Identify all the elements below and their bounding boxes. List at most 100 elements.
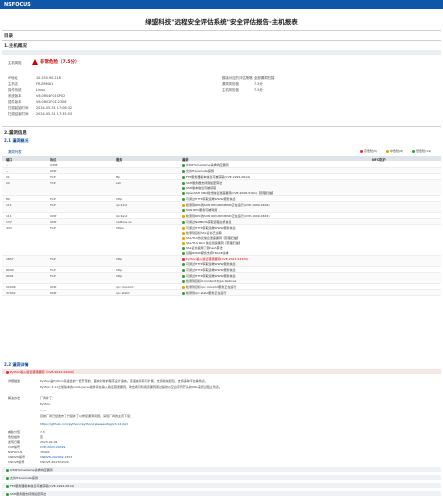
- vuln-name[interactable]: ICMP timestamp请求响应漏洞: [186, 163, 229, 167]
- vuln-name[interactable]: 检测到目标X-Content-Type-Options: [186, 279, 236, 283]
- vuln-name[interactable]: FTP服务器版本信息可被获取(CVE-1999-0614): [186, 175, 250, 179]
- table-row: 1857 TCP http Python输入验证错误漏洞(CVE-2023-24329…: [2, 256, 441, 267]
- detail-field-value: CNCVE-202324329: [40, 460, 69, 464]
- vuln-link[interactable]: 检测到目标X-Content-Type-Options: [182, 279, 236, 283]
- detail-field-value[interactable]: CVE-2023-24329: [40, 445, 65, 449]
- vuln-link[interactable]: 可通过HTTP获取远端WWW服务信息: [182, 268, 236, 272]
- fix-url-link[interactable]: https://github.com/python/cpython/releas…: [40, 422, 128, 426]
- vuln-link[interactable]: OpenSSH CBC模式信息泄露漏洞(CVE-2008-5161)【原理扫描】: [182, 191, 275, 195]
- detail-title: Python输入验证错误漏洞（CVE-2023-24329）: [6, 370, 76, 374]
- vuln-link[interactable]: SSL证书使用了弱hash算法: [182, 246, 223, 250]
- collapsed-vuln-name: FTP服务器版本信息可被获取(CVE-1999-0614): [10, 484, 75, 488]
- vuln-link[interactable]: 检测到RPC的SUN RPC/RPCBIND正在运行(CVE-1999-0632…: [182, 203, 270, 207]
- vuln-name[interactable]: SSH版本信息可被获取: [186, 186, 216, 190]
- collapsed-vuln-item[interactable]: FTP服务器版本信息可被获取(CVE-1999-0614): [2, 483, 441, 488]
- risk-value: 非常危险（7.5分）: [40, 60, 80, 65]
- host-info-row: IP地址 10.255.90.218: [8, 75, 61, 80]
- cell-service: http: [116, 274, 123, 278]
- risk-level-icon: [6, 476, 9, 480]
- vuln-link[interactable]: 检测到RPC的SUN RPC/RPCBIND正在运行(CVE-1999-0632…: [182, 214, 270, 218]
- vuln-name[interactable]: 检测到rpc.statd服务正在运行: [186, 291, 226, 295]
- vuln-name[interactable]: 检测到RPC的SUN RPC/RPCBIND正在运行(CVE-1999-0632…: [186, 203, 270, 207]
- risk-level-icon: [182, 208, 185, 212]
- vuln-link[interactable]: 可通过HTTP获取远端WWW服务信息: [182, 197, 236, 201]
- vuln-name[interactable]: 可通过NetBIOS获取远程主机信息: [186, 220, 231, 224]
- host-info-value: 7.5分: [254, 82, 263, 86]
- toc-label[interactable]: 目录: [4, 33, 13, 39]
- vuln-name[interactable]: 可通过HTTP获取远端WWW服务信息: [186, 226, 236, 230]
- host-info-key: 主机风险值: [222, 88, 239, 92]
- subsection-details[interactable]: 2.2 漏洞详情: [4, 362, 28, 368]
- collapsed-vuln-item[interactable]: ICMP timestamp请求响应漏洞: [2, 467, 441, 472]
- table-row: 37942 UDP rpc.statd 检测到rpc.statd服务正在运行: [2, 290, 441, 296]
- section1-title[interactable]: 1.主机概况: [4, 43, 27, 49]
- legend-low: 低危险(14): [412, 149, 431, 153]
- host-info-value: 2024-05-31 17:35:53: [36, 112, 73, 116]
- vuln-name[interactable]: 远程WWW服务支持TRACE请求: [186, 251, 229, 255]
- risk-level-icon: [182, 268, 185, 272]
- host-info-value: 7.5分: [254, 88, 263, 92]
- section2-title[interactable]: 2.漏洞信息: [4, 130, 27, 136]
- vuln-link[interactable]: 检测到目标rpc.mountd服务正在运行: [182, 285, 236, 289]
- vuln-list-label: 漏洞列表: [8, 150, 22, 154]
- vuln-link[interactable]: SSH服务器支持弱加密算法: [182, 181, 222, 185]
- host-info-value: Linux: [36, 88, 46, 92]
- vuln-link[interactable]: ICMP timestamp请求响应漏洞: [182, 163, 229, 167]
- nsfocus-logo: NSFOCUS: [4, 2, 31, 8]
- vuln-link[interactable]: SSL/TLS协议信息泄露漏洞【原理扫描】: [182, 236, 240, 240]
- vuln-link[interactable]: 检测到目标SSL证书已过期: [182, 231, 221, 235]
- vuln-link[interactable]: 检测到rpc.statd服务正在运行: [182, 291, 226, 295]
- divider: [2, 30, 441, 31]
- vuln-name[interactable]: SSL/TLS RC4 信息泄露漏洞【原理扫描】: [186, 241, 242, 245]
- vuln-link[interactable]: FTP服务器版本信息可被获取(CVE-1999-0614): [182, 175, 250, 179]
- vuln-name[interactable]: OpenSSH CBC模式信息泄露漏洞(CVE-2008-5161)【原理扫描】: [186, 191, 275, 195]
- vuln-link[interactable]: Python输入验证错误漏洞(CVE-2023-24329): [182, 257, 248, 261]
- risk-level-icon: [182, 285, 185, 289]
- cell-service: http: [116, 268, 123, 272]
- vuln-name[interactable]: 可通过HTTP获取远端WWW服务信息: [186, 268, 236, 272]
- vuln-link[interactable]: SUN RPC服务可被利用: [182, 208, 217, 212]
- vuln-name[interactable]: 可通过HTTP获取远端WWW服务信息: [186, 197, 236, 201]
- high-risk-icon: [360, 149, 363, 153]
- vuln-link[interactable]: 允许Traceroute探测: [182, 169, 214, 173]
- vuln-link[interactable]: 可通过NetBIOS获取远程主机信息: [182, 220, 231, 224]
- vuln-name[interactable]: 检测到RPC的SUN RPC/RPCBIND正在运行(CVE-1999-0632…: [186, 214, 270, 218]
- detail-field-value: 78440: [40, 450, 50, 454]
- vuln-link[interactable]: 可通过HTTP获取远端WWW服务信息: [182, 274, 236, 278]
- vuln-link[interactable]: 远程WWW服务支持TRACE请求: [182, 251, 229, 255]
- detail-field-value[interactable]: CNNVD-202302-1553: [40, 455, 72, 459]
- vuln-name[interactable]: 检测到目标rpc.mountd服务正在运行: [186, 285, 236, 289]
- vuln-name[interactable]: SUN RPC服务可被利用: [186, 208, 217, 212]
- detail-field-key: 威胁分值: [8, 430, 21, 434]
- cell-port: 8000: [6, 268, 14, 272]
- collapsed-vuln-item[interactable]: 允许Traceroute探测: [2, 475, 441, 480]
- cell-port: 111: [6, 203, 12, 207]
- vuln-name[interactable]: SSL/TLS协议信息泄露漏洞【原理扫描】: [186, 236, 240, 240]
- detail-header[interactable]: Python输入验证错误漏洞（CVE-2023-24329）: [2, 369, 441, 374]
- fix-line-4: 目前厂商已经发布了升级补丁以修复漏洞问题，请到厂商的主页下载：: [40, 414, 134, 418]
- risk-level-icon: [182, 169, 185, 173]
- vuln-name[interactable]: 允许Traceroute探测: [186, 169, 214, 173]
- detail-desc-label: 详细描述: [8, 379, 21, 383]
- vuln-name[interactable]: SSH服务器支持弱加密算法: [186, 181, 222, 185]
- cell-service: ssh: [116, 181, 122, 185]
- vuln-name[interactable]: SSL证书使用了弱hash算法: [186, 246, 223, 250]
- fix-line-1: 厂商补丁：: [40, 396, 56, 400]
- vuln-link[interactable]: SSL/TLS RC4 信息泄露漏洞【原理扫描】: [182, 241, 242, 245]
- vuln-link[interactable]: 可通过HTTP获取远端WWW服务信息: [182, 262, 236, 266]
- cell-protocol: TCP: [50, 197, 56, 201]
- risk-level-icon: [182, 231, 185, 235]
- cell-port: 111: [6, 214, 12, 218]
- risk-level-icon: [182, 274, 185, 278]
- host-info-row: 操作系统 Linux: [8, 87, 45, 92]
- vuln-name[interactable]: Python输入验证错误漏洞(CVE-2023-24329): [186, 257, 248, 261]
- vuln-name[interactable]: 可通过HTTP获取远端WWW服务信息: [186, 262, 236, 266]
- vuln-name[interactable]: 可通过HTTP获取远端WWW服务信息: [186, 274, 236, 278]
- vuln-link[interactable]: SSH版本信息可被获取: [182, 186, 216, 190]
- vuln-name[interactable]: 检测到目标SSL证书已过期: [186, 231, 221, 235]
- vuln-link[interactable]: 可通过HTTP获取远端WWW服务信息: [182, 226, 236, 230]
- detail-field-value: 2023-02-09: [40, 440, 58, 444]
- collapsed-vuln-item[interactable]: SSH服务器支持弱加密算法: [2, 491, 441, 496]
- subsection-overview[interactable]: 2.1 漏洞概况: [4, 138, 28, 144]
- risk-level-icon: [182, 197, 185, 201]
